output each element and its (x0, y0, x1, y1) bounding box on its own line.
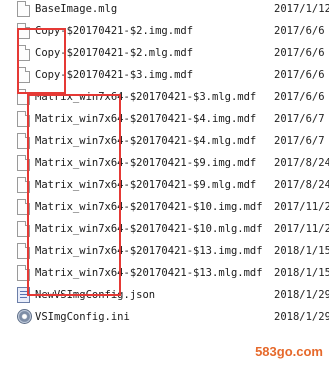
file-icon (17, 1, 30, 17)
file-name: BaseImage.mlg (35, 3, 118, 15)
highlight-box-copy-files (17, 28, 66, 94)
file-date: 2017/6/6 (274, 69, 325, 81)
file-date: 2017/11/2 (274, 201, 329, 213)
file-row[interactable]: VSImgConfig.ini 2018/1/29 (0, 306, 329, 328)
file-date: 2018/1/15 (274, 245, 329, 257)
file-name: VSImgConfig.ini (35, 311, 130, 323)
settings-file-icon (17, 309, 32, 325)
file-date: 2017/6/7 (274, 113, 325, 125)
file-date: 2017/6/6 (274, 91, 325, 103)
file-date: 2017/6/6 (274, 25, 325, 37)
file-date: 2018/1/29 (274, 311, 329, 323)
file-date: 2017/11/2 (274, 223, 329, 235)
file-date: 2018/1/29 (274, 289, 329, 301)
file-date: 2017/6/7 (274, 135, 325, 147)
file-date: 2017/1/12 (274, 3, 329, 15)
file-date: 2017/6/6 (274, 47, 325, 59)
watermark: 583go.com (255, 344, 323, 359)
file-date: 2017/8/24 (274, 157, 329, 169)
file-date: 2017/8/24 (274, 179, 329, 191)
file-date: 2018/1/15 (274, 267, 329, 279)
highlight-box-matrix-files (27, 94, 121, 296)
file-row[interactable]: BaseImage.mlg 2017/1/12 (0, 0, 329, 20)
